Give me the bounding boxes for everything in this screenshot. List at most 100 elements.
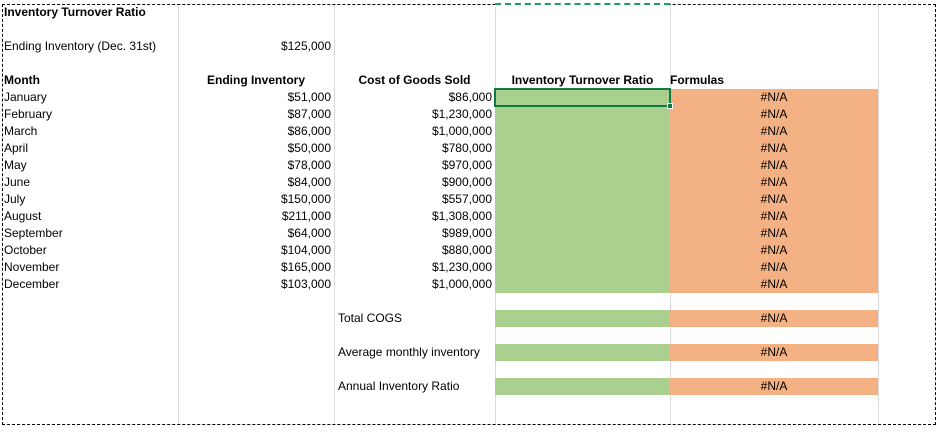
summary-label-cell[interactable]: Average monthly inventory	[334, 344, 495, 361]
formula-error-cell[interactable]: #N/A	[670, 276, 878, 293]
header-row: Month Ending Inventory Cost of Goods Sol…	[0, 72, 940, 89]
ending-inventory-cell[interactable]: $211,000	[178, 208, 334, 225]
month-cell[interactable]: May	[0, 157, 178, 174]
turnover-ratio-cell[interactable]	[495, 174, 670, 191]
month-cell[interactable]: September	[0, 225, 178, 242]
header-month[interactable]: Month	[0, 72, 178, 89]
summary-ratio-cell[interactable]	[495, 378, 670, 395]
ending-inventory-cell[interactable]: $51,000	[178, 89, 334, 106]
ending-inventory-cell[interactable]: $78,000	[178, 157, 334, 174]
month-cell[interactable]: June	[0, 174, 178, 191]
ending-inventory-dec-label[interactable]: Ending Inventory (Dec. 31st)	[0, 38, 178, 55]
cogs-cell[interactable]: $989,000	[334, 225, 495, 242]
month-cell[interactable]: November	[0, 259, 178, 276]
formula-error-cell[interactable]: #N/A	[670, 123, 878, 140]
month-cell[interactable]: October	[0, 242, 178, 259]
formula-error-cell[interactable]: #N/A	[670, 157, 878, 174]
summary-ratio-cell[interactable]	[495, 344, 670, 361]
ending-inventory-cell[interactable]: $165,000	[178, 259, 334, 276]
empty-cell	[178, 378, 334, 395]
empty-cell	[878, 225, 940, 242]
ending-inventory-cell[interactable]: $87,000	[178, 106, 334, 123]
month-cell[interactable]: February	[0, 106, 178, 123]
month-cell[interactable]: December	[0, 276, 178, 293]
spacer-row	[0, 21, 940, 38]
formula-error-cell[interactable]: #N/A	[670, 259, 878, 276]
summary-rows: Total COGS #N/A Average monthly inventor…	[0, 310, 940, 412]
ending-inventory-cell[interactable]: $104,000	[178, 242, 334, 259]
ending-inventory-cell[interactable]: $64,000	[178, 225, 334, 242]
summary-row: Annual Inventory Ratio #N/A	[0, 378, 940, 395]
ending-inventory-cell[interactable]: $84,000	[178, 174, 334, 191]
turnover-ratio-cell[interactable]	[495, 140, 670, 157]
turnover-ratio-cell[interactable]	[495, 276, 670, 293]
summary-error-cell[interactable]: #N/A	[670, 378, 878, 395]
month-row: November $165,000 $1,230,000 #N/A	[0, 259, 940, 276]
cogs-cell[interactable]: $900,000	[334, 174, 495, 191]
month-row: July $150,000 $557,000 #N/A	[0, 191, 940, 208]
turnover-ratio-cell[interactable]	[495, 157, 670, 174]
month-cell[interactable]: July	[0, 191, 178, 208]
turnover-ratio-cell[interactable]	[495, 259, 670, 276]
month-row: June $84,000 $900,000 #N/A	[0, 174, 940, 191]
cogs-cell[interactable]: $780,000	[334, 140, 495, 157]
turnover-ratio-cell[interactable]	[495, 191, 670, 208]
month-row: February $87,000 $1,230,000 #N/A	[0, 106, 940, 123]
cogs-cell[interactable]: $970,000	[334, 157, 495, 174]
ending-inventory-cell[interactable]: $103,000	[178, 276, 334, 293]
ending-inventory-dec-value[interactable]: $125,000	[178, 38, 334, 55]
empty-cell	[178, 344, 334, 361]
month-cell[interactable]: January	[0, 89, 178, 106]
cogs-cell[interactable]: $557,000	[334, 191, 495, 208]
cogs-cell[interactable]: $1,308,000	[334, 208, 495, 225]
summary-label-cell[interactable]: Annual Inventory Ratio	[334, 378, 495, 395]
top-summary-row: Ending Inventory (Dec. 31st) $125,000	[0, 38, 940, 55]
empty-cell	[0, 344, 178, 361]
formula-error-cell[interactable]: #N/A	[670, 106, 878, 123]
turnover-ratio-cell[interactable]	[495, 208, 670, 225]
cogs-cell[interactable]: $880,000	[334, 242, 495, 259]
empty-cell	[878, 191, 940, 208]
fill-handle[interactable]	[667, 103, 673, 109]
ending-inventory-cell[interactable]: $50,000	[178, 140, 334, 157]
ending-inventory-cell[interactable]: $86,000	[178, 123, 334, 140]
formula-error-cell[interactable]: #N/A	[670, 242, 878, 259]
month-row: August $211,000 $1,308,000 #N/A	[0, 208, 940, 225]
cogs-cell[interactable]: $1,000,000	[334, 276, 495, 293]
summary-error-cell[interactable]: #N/A	[670, 310, 878, 327]
turnover-ratio-cell[interactable]	[495, 89, 670, 106]
summary-error-cell[interactable]: #N/A	[670, 344, 878, 361]
month-cell[interactable]: April	[0, 140, 178, 157]
formula-error-cell[interactable]: #N/A	[670, 140, 878, 157]
empty-cell	[878, 157, 940, 174]
formula-error-cell[interactable]: #N/A	[670, 225, 878, 242]
header-turnover-ratio[interactable]: Inventory Turnover Ratio	[495, 72, 670, 89]
month-cell[interactable]: March	[0, 123, 178, 140]
turnover-ratio-cell[interactable]	[495, 225, 670, 242]
ending-inventory-cell[interactable]: $150,000	[178, 191, 334, 208]
header-cogs[interactable]: Cost of Goods Sold	[334, 72, 495, 89]
month-row: September $64,000 $989,000 #N/A	[0, 225, 940, 242]
header-formulas[interactable]: Formulas	[670, 72, 878, 89]
month-cell[interactable]: August	[0, 208, 178, 225]
cogs-cell[interactable]: $1,000,000	[334, 123, 495, 140]
summary-ratio-cell[interactable]	[495, 310, 670, 327]
month-row: April $50,000 $780,000 #N/A	[0, 140, 940, 157]
empty-cell	[878, 310, 940, 327]
turnover-ratio-cell[interactable]	[495, 242, 670, 259]
cogs-cell[interactable]: $86,000	[334, 89, 495, 106]
empty-cell	[878, 344, 940, 361]
cogs-cell[interactable]: $1,230,000	[334, 106, 495, 123]
formula-error-cell[interactable]: #N/A	[670, 174, 878, 191]
month-rows: January $51,000 $86,000 #N/A February $8…	[0, 89, 940, 293]
sheet-grid: Inventory Turnover Ratio Ending Inventor…	[0, 0, 940, 412]
formula-error-cell[interactable]: #N/A	[670, 89, 878, 106]
formula-error-cell[interactable]: #N/A	[670, 191, 878, 208]
cogs-cell[interactable]: $1,230,000	[334, 259, 495, 276]
summary-row: Average monthly inventory #N/A	[0, 344, 940, 361]
header-ending-inventory[interactable]: Ending Inventory	[178, 72, 334, 89]
formula-error-cell[interactable]: #N/A	[670, 208, 878, 225]
summary-label-cell[interactable]: Total COGS	[334, 310, 495, 327]
turnover-ratio-cell[interactable]	[495, 106, 670, 123]
turnover-ratio-cell[interactable]	[495, 123, 670, 140]
